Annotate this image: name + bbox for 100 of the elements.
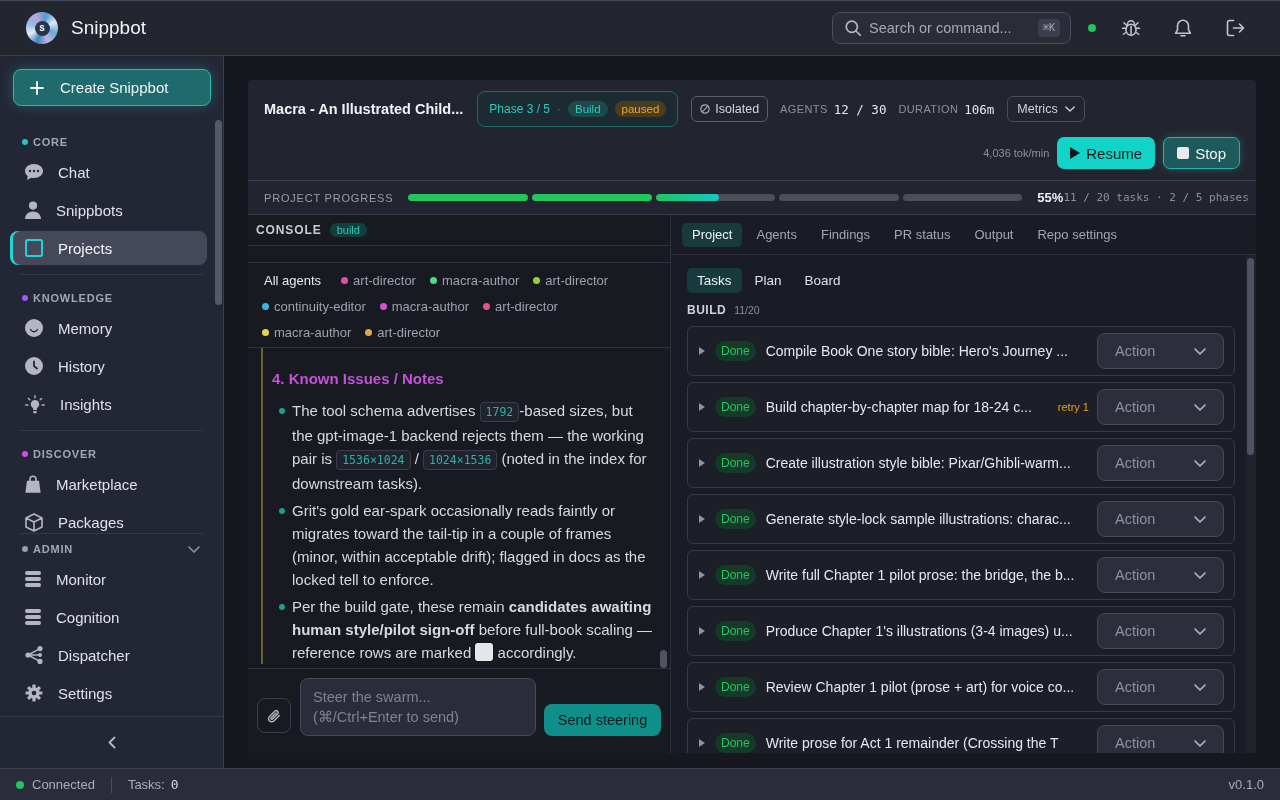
action-dropdown[interactable]: Action [1097,501,1224,537]
agent-filter[interactable]: macra-author [262,323,352,341]
view-tab[interactable]: Tasks [687,268,742,293]
paperclip-icon [267,707,281,724]
caret-right-icon[interactable] [699,347,705,355]
console-title: CONSOLE [256,223,322,237]
caret-right-icon[interactable] [699,739,705,747]
agent-filter[interactable]: macra-author [379,297,470,315]
isolation-label: Isolated [715,102,760,116]
clock-icon [25,357,43,375]
agent-filter[interactable]: art-director [365,323,441,341]
resume-button[interactable]: Resume [1057,137,1156,169]
caret-right-icon[interactable] [699,403,705,411]
status-badge: Done [715,677,756,697]
status-badge: paused [614,101,667,117]
retry-label: retry 1 [1057,401,1089,413]
nav-item[interactable]: Chat [10,155,207,189]
square-icon [25,239,43,257]
tasks-label: Tasks: [127,777,165,792]
stage-badge: Build [568,101,608,117]
stat-value: 12 / 30 [833,101,887,117]
tab[interactable]: Output [964,222,1024,247]
nav-item[interactable]: Memory [10,311,207,345]
create-button[interactable]: Create Snippbot [13,69,211,106]
ban-icon [700,104,711,114]
nav-item[interactable]: History [10,349,207,383]
inline-code: 1024×1536 [423,450,498,470]
progress-summary: 11 / 20 tasks · 2 / 5 phases [1063,191,1249,204]
tab[interactable]: PR status [884,222,961,247]
inline-code: 1536×1024 [336,450,411,470]
action-dropdown[interactable]: Action [1097,557,1224,593]
caret-right-icon[interactable] [699,627,705,635]
tab[interactable]: Agents [746,222,807,247]
stat-label: DURATION [898,103,959,115]
status-badge: Done [715,509,756,529]
agent-filter[interactable]: continuity-editor [262,297,366,315]
steer-input[interactable]: Steer the swarm... (⌘/Ctrl+Enter to send) [300,678,536,736]
nav-item[interactable]: Marketplace [10,467,207,501]
chevron-left-icon[interactable] [107,736,116,749]
note-text: The tool schema advertises 1792 -based sizes, but the gpt-image-1 backend rejects them — the working pair is 1536×1024 / 1024×1536 (noted in the index for downstream tasks). [292,401,648,494]
tab[interactable]: Project [682,222,743,247]
action-dropdown[interactable]: Action [1097,389,1224,425]
chevron-down-icon [1194,347,1206,355]
action-dropdown[interactable]: Action [1097,613,1224,649]
nav-item[interactable]: Cognition [10,600,207,634]
inline-code: 1792 [479,402,520,422]
chevron-down-icon[interactable] [188,545,200,553]
stop-button[interactable]: Stop [1163,137,1240,169]
nav-item[interactable]: Projects [10,231,207,265]
status-badge: Done [715,397,756,417]
scrollbar-thumb[interactable] [660,650,667,668]
nav-item[interactable]: Settings [10,676,207,710]
task-title: Write full Chapter 1 pilot prose: the bridge, the b... [765,567,1076,583]
play-icon [1070,147,1081,159]
chevron-down-icon [1064,106,1075,112]
caret-right-icon[interactable] [699,459,705,467]
nav-item[interactable]: Insights [10,387,207,421]
agent-filter[interactable]: art-director [483,297,558,315]
action-dropdown[interactable]: Action [1097,445,1224,481]
phase-label: Phase 3 / 5 [489,102,550,116]
metrics-dropdown[interactable]: Metrics [1007,96,1085,122]
bullet-icon [279,603,285,610]
scrollbar-thumb[interactable] [215,120,222,305]
nav-item[interactable]: Monitor [10,562,207,596]
connection-label: Connected [32,777,95,792]
task-title: Compile Book One story bible: Hero's Journey ... [765,343,1069,359]
project-title: Macra - An Illustrated Child... [264,101,464,117]
plus-icon [30,80,44,95]
agent-filter[interactable]: All agents [262,271,322,289]
action-dropdown[interactable]: Action [1097,725,1224,753]
tab[interactable]: Repo settings [1027,222,1127,247]
chevron-down-icon [1194,627,1206,635]
attach-button[interactable] [257,698,291,733]
tab[interactable]: Findings [810,222,881,247]
status-badge: Done [715,453,756,473]
nav-item[interactable]: Dispatcher [10,638,207,672]
send-button[interactable]: Send steering [544,704,661,736]
view-tab[interactable]: Board [794,268,851,293]
chat-bubble-icon [25,164,43,180]
action-dropdown[interactable]: Action [1097,333,1224,369]
nav-item[interactable]: Packages [10,505,207,533]
bug-icon[interactable] [1121,20,1141,36]
status-badge: Done [715,341,756,361]
task-title: Generate style-lock sample illustrations: charac... [765,511,1072,527]
share-nodes-icon [25,646,43,664]
bell-icon[interactable] [1174,19,1192,37]
smiley-icon [25,319,43,337]
agent-filter[interactable]: art-director [533,271,609,289]
agent-filter[interactable]: macra-author [429,271,520,289]
agent-filter[interactable]: art-director [341,271,416,289]
view-tab[interactable]: Plan [744,268,792,293]
action-dropdown[interactable]: Action [1097,669,1224,705]
nav-item[interactable]: Snippbots [10,193,207,227]
caret-right-icon[interactable] [699,515,705,523]
logout-icon[interactable] [1226,19,1245,37]
caret-right-icon[interactable] [699,571,705,579]
group-title: BUILD [687,303,727,317]
app-name: Snippbot [71,17,146,39]
scrollbar-thumb[interactable] [1247,258,1254,455]
caret-right-icon[interactable] [699,683,705,691]
